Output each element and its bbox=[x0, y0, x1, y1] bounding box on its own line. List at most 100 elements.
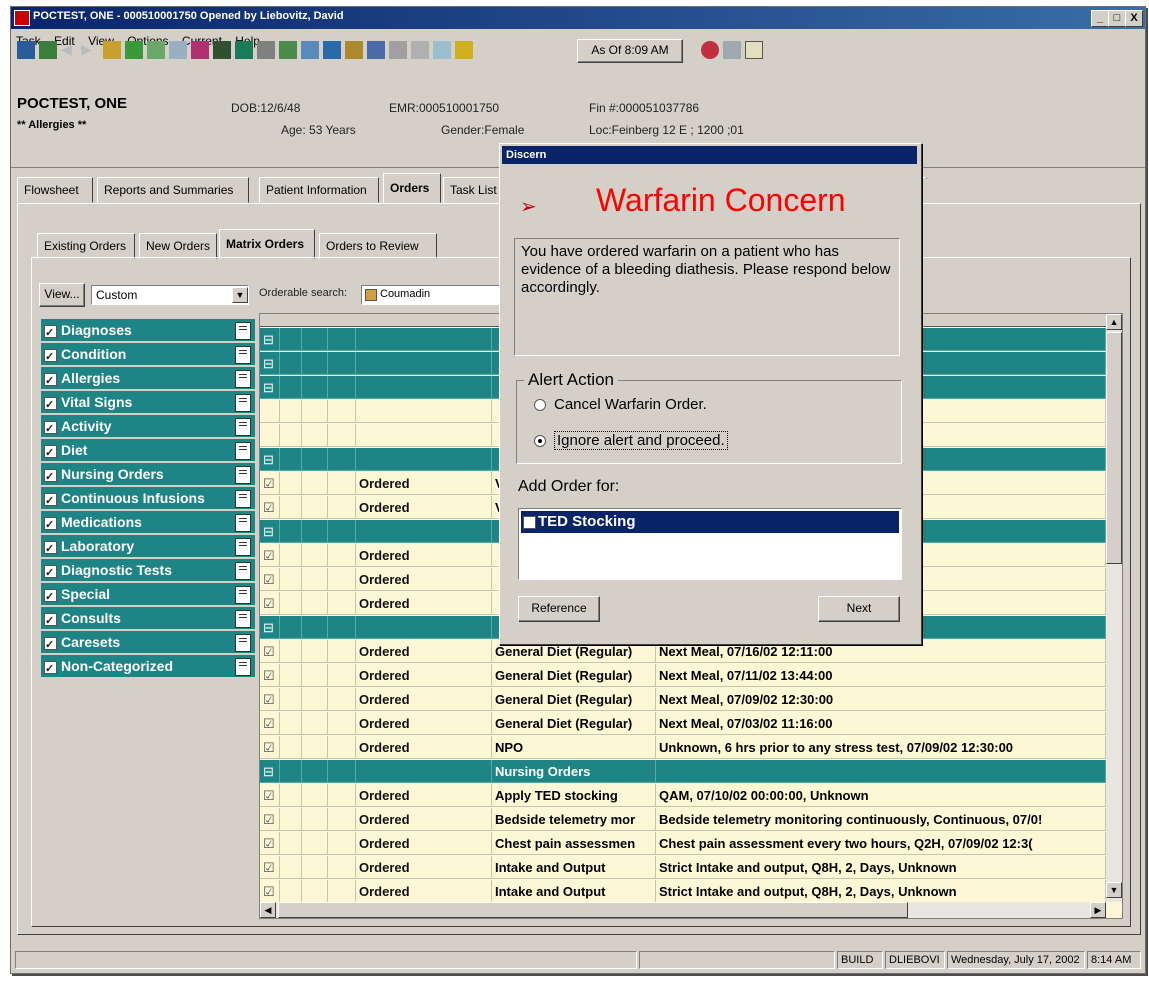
table-row[interactable]: ☑ Ordered General Diet (Regular) Next Meal,… bbox=[260, 712, 1106, 736]
collapse-icon[interactable]: ⊟ bbox=[260, 760, 280, 783]
close-button[interactable]: X bbox=[1125, 10, 1143, 27]
tab-existing-orders[interactable]: Existing Orders bbox=[37, 233, 135, 259]
table-row[interactable]: ☑ Ordered Apply TED stocking QAM, 07/10/02 … bbox=[260, 784, 1106, 808]
notepad-icon[interactable] bbox=[235, 394, 251, 412]
category-non-categorized[interactable]: Non-Categorized bbox=[41, 655, 255, 681]
checkbox[interactable] bbox=[44, 466, 57, 489]
person-icon[interactable] bbox=[103, 41, 121, 59]
notepad-icon[interactable] bbox=[235, 586, 251, 604]
checkbox[interactable]: ☑ bbox=[260, 688, 280, 711]
layout-icon[interactable] bbox=[723, 41, 741, 59]
pen-icon[interactable] bbox=[433, 41, 451, 59]
notepad-icon[interactable] bbox=[235, 538, 251, 556]
title-bar[interactable]: POCTEST, ONE - 000510001750 Opened by Li… bbox=[11, 7, 1145, 29]
view-button[interactable]: View... bbox=[39, 283, 85, 307]
scroll-right-arrow-icon[interactable]: ▶ bbox=[1090, 902, 1106, 918]
add-order-item[interactable]: TED Stocking bbox=[521, 511, 899, 533]
minimize-button[interactable]: _ bbox=[1091, 10, 1109, 27]
scroll-down-arrow-icon[interactable]: ▼ bbox=[1106, 882, 1122, 898]
notepad-icon[interactable] bbox=[235, 466, 251, 484]
checkbox[interactable] bbox=[260, 400, 280, 423]
category-header-row[interactable]: ⊟ Nursing Orders bbox=[260, 760, 1106, 784]
table-row[interactable]: ☑ Ordered General Diet (Regular) Next Meal,… bbox=[260, 664, 1106, 688]
category-diagnostic-tests[interactable]: Diagnostic Tests bbox=[41, 559, 255, 585]
checkbox[interactable]: ☑ bbox=[260, 664, 280, 687]
allergies-label[interactable]: ** Allergies ** bbox=[17, 119, 86, 131]
category-special[interactable]: Special bbox=[41, 583, 255, 609]
notepad-icon[interactable] bbox=[235, 418, 251, 436]
checkbox[interactable] bbox=[44, 370, 57, 393]
checkbox[interactable] bbox=[44, 538, 57, 561]
scroll-left-arrow-icon[interactable]: ◀ bbox=[260, 902, 276, 918]
tab-flowsheet[interactable]: Flowsheet bbox=[17, 177, 93, 203]
notepad-icon[interactable] bbox=[235, 514, 251, 532]
checkbox[interactable] bbox=[44, 418, 57, 441]
radio-button[interactable] bbox=[534, 435, 546, 448]
category-condition[interactable]: Condition bbox=[41, 343, 255, 369]
checkbox[interactable] bbox=[44, 514, 57, 537]
category-activity[interactable]: Activity bbox=[41, 415, 255, 441]
maximize-button[interactable]: □ bbox=[1108, 10, 1126, 27]
notepad-icon[interactable] bbox=[235, 562, 251, 580]
checkbox[interactable] bbox=[44, 562, 57, 585]
checkbox[interactable] bbox=[44, 442, 57, 465]
checkbox[interactable] bbox=[44, 658, 57, 681]
add-order-list[interactable]: TED Stocking bbox=[518, 508, 902, 580]
bottle-icon[interactable] bbox=[367, 41, 385, 59]
app-icon[interactable] bbox=[14, 10, 30, 26]
notepad-icon[interactable] bbox=[235, 322, 251, 340]
checkbox[interactable] bbox=[523, 516, 536, 530]
scroll-up-arrow-icon[interactable]: ▲ bbox=[1106, 314, 1122, 330]
reference-button[interactable]: Reference bbox=[518, 596, 600, 622]
tab-reports-and-summaries[interactable]: Reports and Summaries bbox=[97, 177, 249, 203]
group-icon[interactable] bbox=[125, 41, 143, 59]
block-icon[interactable] bbox=[257, 41, 275, 59]
checkbox[interactable] bbox=[44, 634, 57, 657]
checkbox[interactable]: ☑ bbox=[260, 712, 280, 735]
vertical-scroll-thumb[interactable] bbox=[1106, 332, 1122, 564]
flask-icon[interactable] bbox=[191, 41, 209, 59]
horizontal-scrollbar[interactable]: ◀ ▶ bbox=[260, 902, 1106, 918]
checkbox[interactable]: ☑ bbox=[260, 880, 280, 903]
checkbox[interactable]: ☑ bbox=[260, 784, 280, 807]
collapse-icon[interactable]: ⊟ bbox=[260, 328, 280, 351]
tab-orders-to-review[interactable]: Orders to Review bbox=[319, 233, 437, 259]
checkbox[interactable]: ☑ bbox=[260, 832, 280, 855]
category-allergies[interactable]: Allergies bbox=[41, 367, 255, 393]
hash-icon[interactable] bbox=[213, 41, 231, 59]
vertical-scrollbar[interactable]: ▲ ▼ bbox=[1106, 314, 1122, 902]
notepad-icon[interactable] bbox=[235, 490, 251, 508]
calendar-icon[interactable] bbox=[147, 41, 165, 59]
stop-icon[interactable] bbox=[701, 41, 719, 59]
diamond-icon[interactable] bbox=[235, 41, 253, 59]
category-vital-signs[interactable]: Vital Signs bbox=[41, 391, 255, 417]
table-row[interactable]: ☑ Ordered Bedside telemetry mor Bedside tel… bbox=[260, 808, 1106, 832]
collapse-icon[interactable]: ⊟ bbox=[260, 376, 280, 399]
link-icon[interactable] bbox=[389, 41, 407, 59]
horizontal-scroll-thumb[interactable] bbox=[278, 902, 908, 918]
category-diet[interactable]: Diet bbox=[41, 439, 255, 465]
as-of-button[interactable]: As Of 8:09 AM bbox=[577, 39, 683, 63]
checkbox[interactable] bbox=[44, 586, 57, 609]
collapse-icon[interactable]: ⊟ bbox=[260, 448, 280, 471]
checkbox[interactable]: ☑ bbox=[260, 544, 280, 567]
category-consults[interactable]: Consults bbox=[41, 607, 255, 633]
home-icon[interactable] bbox=[17, 41, 35, 59]
checkbox[interactable]: ☑ bbox=[260, 736, 280, 759]
forward-arrow-icon[interactable]: ▶ bbox=[81, 41, 99, 59]
printer-icon[interactable] bbox=[411, 41, 429, 59]
category-continuous-infusions[interactable]: Continuous Infusions bbox=[41, 487, 255, 513]
checkbox[interactable]: ☑ bbox=[260, 568, 280, 591]
orderable-search-input[interactable]: Coumadin bbox=[361, 285, 509, 305]
category-medications[interactable]: Medications bbox=[41, 511, 255, 537]
tools-icon[interactable] bbox=[345, 41, 363, 59]
tab-orders[interactable]: Orders bbox=[383, 173, 441, 203]
grid-icon[interactable] bbox=[169, 41, 187, 59]
edit-note-icon[interactable] bbox=[745, 41, 763, 59]
collapse-icon[interactable]: ⊟ bbox=[260, 352, 280, 375]
table-row[interactable]: ☑ Ordered NPO Unknown, 6 hrs prior to any s… bbox=[260, 736, 1106, 760]
checkbox[interactable]: ☑ bbox=[260, 472, 280, 495]
collapse-icon[interactable]: ⊟ bbox=[260, 520, 280, 543]
document-icon[interactable] bbox=[279, 41, 297, 59]
notepad-icon[interactable] bbox=[235, 346, 251, 364]
